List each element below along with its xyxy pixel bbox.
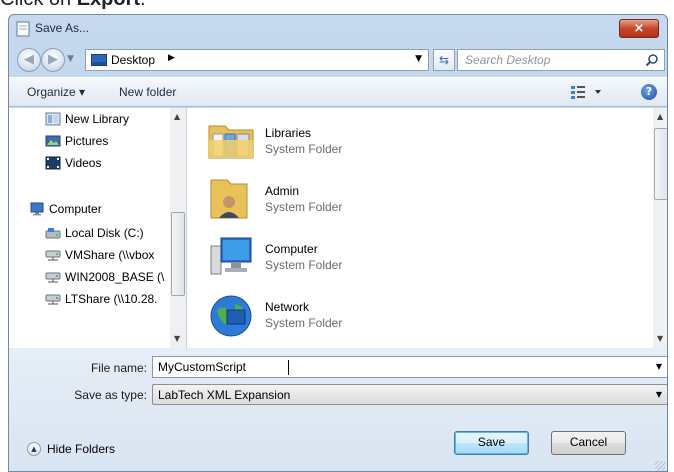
save-options-panel: File name: MyCustomScript ▼ Save as type…: [9, 348, 667, 471]
save-type-select[interactable]: LabTech XML Expansion ▼: [152, 384, 667, 405]
document-icon: [16, 21, 30, 37]
nav-item-label: WIN2008_BASE (\: [65, 270, 165, 284]
save-type-label: Save as type:: [74, 388, 147, 402]
chevron-down-icon[interactable]: ▼: [656, 390, 662, 399]
file-type: System Folder: [265, 258, 343, 272]
file-item-libraries[interactable]: Libraries System Folder: [207, 116, 507, 176]
organize-menu[interactable]: Organize ▾: [27, 85, 85, 99]
network-globe-icon: [210, 295, 252, 337]
libraries-folder-icon: [208, 125, 254, 159]
nav-item-label: Computer: [49, 202, 102, 216]
scroll-up-icon[interactable]: ▲: [657, 112, 663, 121]
save-button[interactable]: Save: [454, 431, 529, 455]
file-name-dropdown-icon[interactable]: ▼: [656, 362, 662, 371]
cancel-button[interactable]: Cancel: [551, 431, 626, 455]
network-drive-icon: [45, 250, 61, 261]
scroll-down-icon[interactable]: ▼: [174, 334, 180, 343]
nav-item-label: Local Disk (C:): [65, 226, 144, 240]
nav-item-label: VMShare (\\vbox: [65, 248, 155, 262]
refresh-button[interactable]: ⇆: [433, 49, 455, 71]
file-item-admin[interactable]: Admin System Folder: [207, 174, 507, 234]
pictures-icon: [45, 135, 61, 147]
videos-icon: [45, 156, 61, 170]
search-placeholder: Search Desktop: [465, 53, 551, 67]
chevron-right-icon[interactable]: ▶: [168, 53, 175, 63]
file-name: Libraries: [265, 126, 312, 140]
help-icon[interactable]: ?: [641, 84, 657, 100]
nav-item-label: Videos: [65, 156, 102, 170]
file-list[interactable]: Libraries System Folder Admin System Fol…: [187, 108, 653, 348]
desktop-icon: [91, 54, 107, 66]
title-bar[interactable]: Save As... ×: [9, 15, 667, 43]
address-path: Desktop: [111, 53, 156, 67]
recent-pages-dropdown-icon[interactable]: ▼: [67, 54, 74, 64]
search-icon[interactable]: [645, 53, 659, 67]
scroll-thumb[interactable]: [171, 212, 185, 296]
scroll-up-icon[interactable]: ▲: [174, 112, 180, 121]
instruction-text: Click on Export.: [0, 0, 146, 12]
file-name: Admin: [265, 184, 300, 198]
file-name: Computer: [265, 242, 318, 256]
navigation-pane[interactable]: New Library Pictures Videos Computer Loc…: [9, 108, 186, 348]
address-dropdown-icon[interactable]: ▼: [415, 54, 422, 64]
file-item-computer[interactable]: Computer System Folder: [207, 232, 507, 292]
scroll-down-icon[interactable]: ▼: [657, 334, 663, 343]
nav-scrollbar[interactable]: ▲ ▼: [170, 108, 186, 348]
forward-button[interactable]: ▶: [41, 48, 65, 72]
network-drive-icon: [45, 272, 61, 283]
file-type: System Folder: [265, 142, 343, 156]
address-field[interactable]: Desktop ▶ ▼: [85, 49, 429, 71]
file-name-label: File name:: [90, 361, 147, 375]
save-as-dialog: Save As... × ◀ ▶ ▼ Desktop ▶ ▼ ⇆ Search …: [8, 14, 668, 472]
file-item-network[interactable]: Network System Folder: [207, 290, 507, 348]
command-toolbar: Organize ▾ New folder ?: [9, 77, 667, 107]
user-folder-icon: [210, 179, 248, 219]
file-list-scrollbar[interactable]: ▲ ▼: [653, 108, 667, 348]
window-title: Save As...: [35, 21, 90, 35]
back-button[interactable]: ◀: [17, 48, 41, 72]
address-bar: ◀ ▶ ▼ Desktop ▶ ▼ ⇆ Search Desktop: [9, 44, 667, 74]
file-name-value: MyCustomScript: [158, 360, 247, 374]
library-icon: [45, 112, 61, 126]
collapse-icon: ▲: [27, 442, 41, 456]
file-name-input[interactable]: MyCustomScript ▼: [152, 356, 667, 378]
new-folder-button[interactable]: New folder: [119, 85, 176, 99]
views-icon[interactable]: [569, 83, 609, 101]
save-type-value: LabTech XML Expansion: [158, 388, 291, 402]
scroll-thumb[interactable]: [654, 128, 667, 200]
nav-item-label: LTShare (\\10.28.: [65, 292, 158, 306]
computer-large-icon: [210, 237, 252, 275]
file-type: System Folder: [265, 316, 343, 330]
close-button[interactable]: ×: [619, 19, 659, 38]
file-type: System Folder: [265, 200, 343, 214]
text-caret: [288, 360, 289, 375]
hide-folders-label: Hide Folders: [47, 442, 116, 456]
nav-item-label: Pictures: [65, 134, 109, 148]
disk-icon: [45, 228, 61, 239]
nav-item-label: New Library: [65, 112, 130, 126]
network-drive-icon: [45, 294, 61, 305]
search-input[interactable]: Search Desktop: [457, 49, 665, 71]
file-name: Network: [265, 300, 310, 314]
computer-icon: [30, 202, 44, 216]
resize-grip[interactable]: [655, 461, 665, 471]
